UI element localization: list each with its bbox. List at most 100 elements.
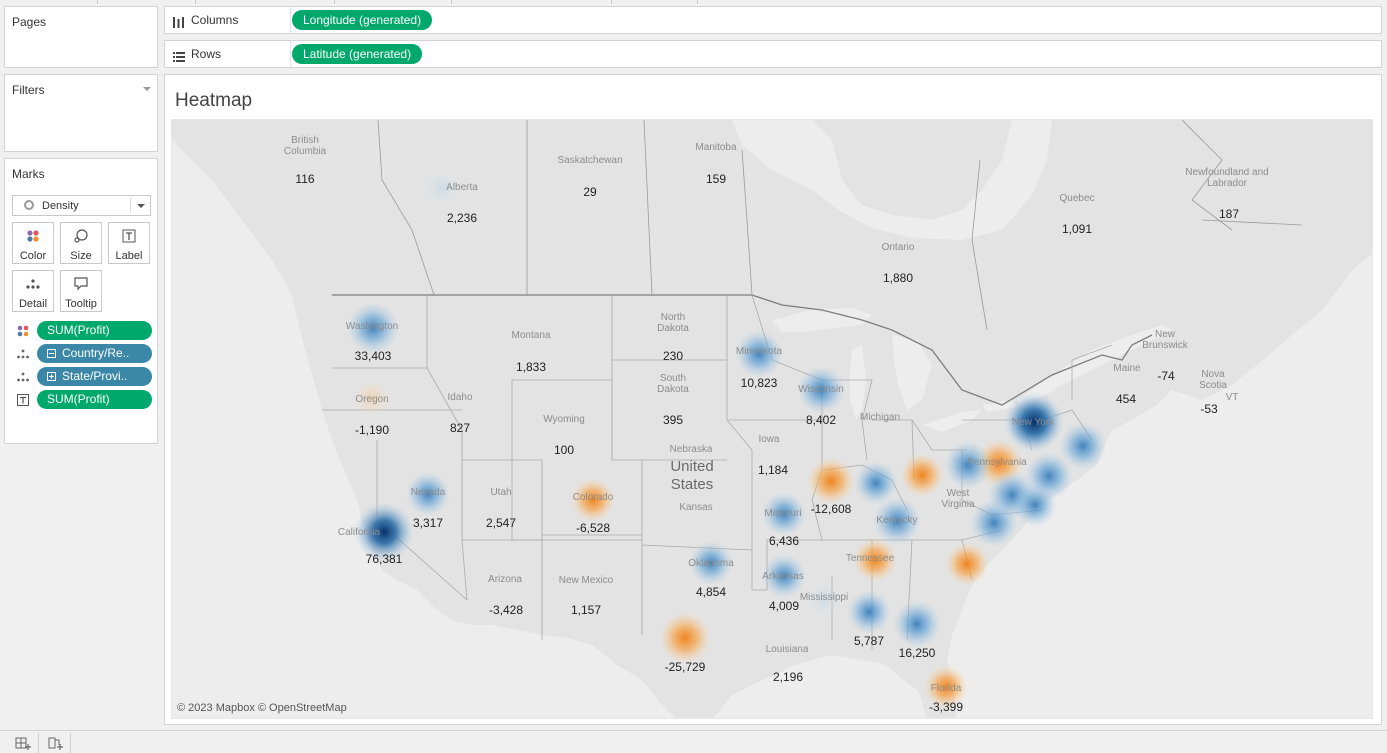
strip-divider (451, 0, 452, 4)
collapse-icon[interactable] (47, 349, 56, 358)
label-icon (16, 393, 30, 406)
country-label-line1: United (670, 458, 713, 475)
columns-shelf[interactable]: Columns Longitude (generated) (164, 6, 1382, 34)
place-label: Kentucky (876, 515, 917, 526)
place-label: Saskatchewan (557, 155, 622, 166)
place-label: Nevada (411, 487, 446, 498)
filters-menu-arrow-icon[interactable] (143, 87, 151, 91)
place-label: Michigan (860, 412, 900, 423)
map-canvas[interactable]: BritishColumbia Alberta Saskatchewan Manito… (172, 120, 1373, 719)
profit-value-label: -74 (1157, 369, 1175, 383)
strip-divider (195, 0, 196, 4)
place-label: Brunswick (1142, 340, 1189, 351)
profit-value-label: 827 (450, 421, 470, 435)
latitude-pill[interactable]: Latitude (generated) (292, 44, 423, 64)
rows-shelf[interactable]: Rows Latitude (generated) (164, 40, 1382, 68)
place-label: Washington (346, 321, 398, 332)
place-label: North (661, 312, 685, 323)
place-label: Labrador (1207, 178, 1248, 189)
detail-button[interactable]: Detail (12, 270, 54, 312)
density-blob[interactable] (1013, 483, 1057, 527)
map-attribution[interactable]: © 2023 Mapbox © OpenStreetMap (177, 702, 347, 714)
density-point[interactable] (807, 457, 855, 505)
size-button[interactable]: Size (60, 222, 102, 264)
place-label: California (338, 527, 381, 538)
place-label: Kansas (679, 502, 712, 513)
country-detail-pill[interactable]: Country/Re.. (37, 344, 152, 363)
place-label: Quebec (1059, 193, 1094, 204)
density-point[interactable] (893, 600, 941, 648)
country-label-line2: States (671, 476, 714, 493)
place-label: Nova (1201, 369, 1225, 380)
profit-value-label: 33,403 (355, 349, 392, 363)
mark-type-dropdown[interactable]: Density (12, 195, 151, 216)
rows-icon (173, 49, 185, 67)
density-blob[interactable] (900, 453, 944, 497)
place-label: Oklahoma (688, 558, 734, 569)
profit-value-label: 6,436 (769, 534, 799, 548)
label-button[interactable]: Label (108, 222, 150, 264)
profit-color-pill[interactable]: SUM(Profit) (37, 321, 152, 340)
detail-icon (13, 276, 53, 292)
place-label: Colorado (573, 492, 614, 503)
place-label: British (291, 135, 319, 146)
shelf-divider (290, 41, 291, 67)
place-label: Idaho (447, 392, 472, 403)
tooltip-button[interactable]: Tooltip (60, 270, 102, 312)
profit-value-label: 1,833 (516, 360, 546, 374)
heatmap-map[interactable]: British Columbia Alberta Saskatchewan Manito… (171, 119, 1373, 719)
density-point[interactable] (847, 590, 891, 634)
place-label: Manitoba (695, 142, 737, 153)
longitude-pill[interactable]: Longitude (generated) (292, 10, 433, 30)
place-label: Missouri (764, 508, 801, 519)
filters-title: Filters (12, 83, 45, 97)
place-label: Mississippi (800, 592, 848, 603)
tooltip-button-label: Tooltip (65, 298, 97, 310)
label-button-label: Label (115, 250, 143, 262)
detail-icon (16, 370, 30, 383)
place-label: Arkansas (762, 571, 804, 582)
color-button[interactable]: Color (12, 222, 54, 264)
place-label: Maine (1113, 363, 1141, 374)
place-label: Utah (490, 487, 511, 498)
worksheet-view: Heatmap British Columbia Alberta Saskatc… (164, 74, 1382, 725)
new-dashboard-button[interactable] (39, 733, 71, 753)
place-label: Newfoundland and (1185, 167, 1268, 178)
color-button-label: Color (19, 250, 47, 262)
place-label: Iowa (758, 434, 780, 445)
place-label: Ontario (882, 242, 915, 253)
place-label: Florida (931, 683, 962, 694)
baja-coast (472, 625, 563, 718)
profit-value-label: 8,402 (806, 413, 836, 427)
profit-value-label: 100 (554, 443, 574, 457)
place-label: Virginia (941, 499, 975, 510)
profit-value-label: 2,547 (486, 516, 516, 530)
shelf-divider (290, 7, 291, 33)
strip-divider (697, 0, 698, 4)
marks-pill-row: SUM(Profit) (16, 390, 152, 409)
profit-value-label: 116 (295, 172, 314, 186)
filters-card[interactable]: Filters (4, 74, 158, 152)
place-label: Tennessee (846, 553, 895, 564)
profit-value-label: 454 (1116, 392, 1136, 406)
pages-card[interactable]: Pages (4, 6, 158, 68)
new-sheet-button[interactable] (7, 733, 39, 753)
place-label: Dakota (657, 384, 689, 395)
place-label: VT (1226, 392, 1239, 403)
profit-value-label: 159 (706, 172, 726, 186)
profit-value-label: 1,157 (571, 603, 601, 617)
state-detail-pill[interactable]: State/Provi.. (37, 367, 152, 386)
expand-icon[interactable] (47, 372, 56, 381)
place-label: Columbia (284, 146, 327, 157)
place-label: Oregon (355, 394, 388, 405)
new-worksheet-icon (15, 737, 31, 750)
density-point[interactable] (659, 612, 711, 664)
density-blob[interactable] (945, 542, 989, 586)
density-icon (24, 200, 34, 210)
profit-value-label: 16,250 (899, 646, 936, 660)
profit-value-label: 395 (663, 413, 683, 427)
dropdown-divider (130, 198, 131, 213)
marks-title: Marks (12, 167, 45, 181)
place-label: New York (1012, 417, 1055, 428)
profit-label-pill[interactable]: SUM(Profit) (37, 390, 152, 409)
